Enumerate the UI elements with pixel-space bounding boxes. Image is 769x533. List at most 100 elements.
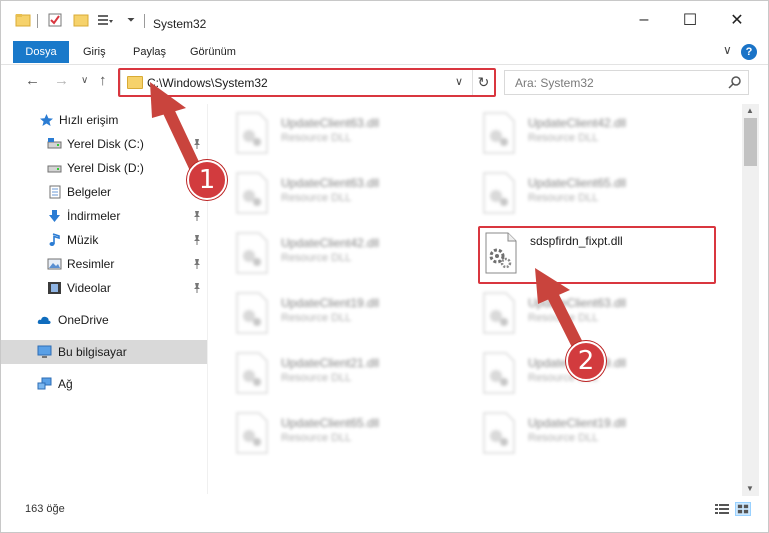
list-item[interactable]: UpdateClient21.dll Resource DLL [235,352,465,402]
title-separator [37,14,38,28]
sidebar-item-label: OneDrive [58,313,109,327]
window-title: System32 [153,17,207,31]
file-name: UpdateClient42.dll [281,236,380,250]
pin-icon [194,211,200,221]
file-type: Resource DLL [528,192,599,204]
navigation-pane: Hızlı erişim Yerel Disk (C:) Yerel Disk … [1,104,207,494]
list-item[interactable]: UpdateClient63.dll Resource DLL [235,172,465,222]
dll-file-icon [483,352,515,394]
drive-icon [47,165,62,173]
sidebar-item-local-disk-d[interactable]: Yerel Disk (D:) [1,156,207,180]
tab-home[interactable]: Giriş [71,41,118,63]
sidebar-item-onedrive[interactable]: OneDrive [1,308,207,332]
properties-icon[interactable] [47,13,63,27]
status-bar: 163 öğe [1,497,768,519]
large-icons-view-icon[interactable] [735,502,751,516]
tab-view[interactable]: Görünüm [178,41,248,63]
music-icon [49,233,60,246]
sidebar-item-label: Resimler [67,257,115,271]
sidebar-item-documents[interactable]: Belgeler [1,180,207,204]
pin-icon [194,139,200,149]
list-item[interactable]: UpdateClient19.dll Resource DLL [235,292,465,342]
documents-icon [49,185,61,199]
file-type: Resource DLL [528,132,599,144]
pin-icon [194,235,200,245]
star-icon [40,114,53,126]
dll-file-icon [483,112,515,154]
minimize-button[interactable]: – [621,1,667,39]
file-name: UpdateClient21.dll [281,356,380,370]
up-button[interactable]: ↑ [99,72,107,89]
list-item[interactable]: UpdateClient63.dll Resource DLL [482,292,712,342]
dll-file-icon [236,172,268,214]
drive-icon [47,138,62,149]
file-name: UpdateClient63.dll [281,116,380,130]
sidebar-item-quick-access[interactable]: Hızlı erişim [1,108,207,132]
search-box[interactable]: Ara: System32 [504,70,749,95]
dll-file-icon [236,232,268,274]
download-icon [49,210,60,222]
sidebar-item-local-disk-c[interactable]: Yerel Disk (C:) [1,132,207,156]
vertical-scrollbar[interactable]: ▲ ▼ [742,104,759,496]
sidebar-item-label: Belgeler [67,185,112,199]
close-button[interactable]: ✕ [714,1,760,39]
folder-icon [15,14,31,27]
list-item[interactable]: UpdateClient63.dll Resource DLL [235,112,465,162]
dll-file-icon [483,172,515,214]
scroll-up-icon[interactable]: ▲ [746,106,754,115]
sidebar-item-pictures[interactable]: Resimler [1,252,207,276]
computer-icon [37,345,52,358]
step-1-badge: 1 [187,160,227,200]
sidebar-item-this-pc[interactable]: Bu bilgisayar [1,340,207,364]
sidebar-item-label: Videolar [67,281,111,295]
file-name: UpdateClient19.dll [281,296,380,310]
quick-access-dropdown-icon[interactable]: ⏷ [127,15,135,26]
forward-button[interactable]: → [54,72,69,89]
file-type: Resource DLL [281,312,352,324]
list-item[interactable]: UpdateClient65.dll Resource DLL [482,172,712,222]
search-icon[interactable] [728,75,742,89]
back-button[interactable]: ← [25,72,40,89]
file-type: Resource DLL [281,132,352,144]
details-view-icon[interactable] [714,502,730,516]
sidebar-item-videos[interactable]: Videolar [1,276,207,300]
sidebar-item-label: Yerel Disk (D:) [67,161,144,175]
scrollbar-thumb[interactable] [744,118,757,166]
maximize-button[interactable]: ☐ [667,1,713,39]
file-type: Resource DLL [528,312,599,324]
list-item[interactable]: UpdateClient42.dll Resource DLL [235,232,465,282]
list-item[interactable]: UpdateClient42.dll Resource DLL [482,112,712,162]
list-item[interactable]: UpdateClient65.dll Resource DLL [235,412,465,462]
search-input[interactable]: Ara: System32 [515,76,594,90]
dll-file-icon [483,292,515,334]
expand-ribbon-icon[interactable]: ∨ [723,43,732,57]
target-file-highlight [478,226,716,284]
item-count: 163 öğe [25,503,65,515]
file-type: Resource DLL [281,432,352,444]
dll-file-icon [236,352,268,394]
sidebar-item-label: Hızlı erişim [59,113,119,127]
help-icon[interactable]: ? [741,44,757,60]
navigation-bar: ← → ∨ ↑ C:\Windows\System32 ∨ ↻ Ara: Sys… [1,66,768,100]
sidebar-item-label: Ağ [58,377,73,391]
scroll-down-icon[interactable]: ▼ [746,484,754,493]
new-folder-icon[interactable] [73,13,89,27]
pin-icon [194,283,200,293]
file-name: UpdateClient65.dll [528,176,627,190]
sidebar-item-label: İndirmeler [67,209,121,223]
list-item[interactable]: UpdateClient19.dll Resource DLL [482,412,712,462]
tab-share[interactable]: Paylaş [121,41,178,63]
address-highlight [118,68,496,97]
sidebar-item-downloads[interactable]: İndirmeler [1,204,207,228]
tab-file[interactable]: Dosya [13,41,69,63]
sidebar-item-network[interactable]: Ağ [1,372,207,396]
customize-toolbar-icon[interactable] [97,13,113,27]
ribbon-tabs: Dosya Giriş Paylaş Görünüm ∨ ? [1,39,768,65]
file-type: Resource DLL [281,372,352,384]
sidebar-item-label: Müzik [67,233,99,247]
recent-locations-button[interactable]: ∨ [81,75,88,86]
sidebar-item-music[interactable]: Müzik [1,228,207,252]
file-name: UpdateClient19.dll [528,416,627,430]
pictures-icon [47,258,62,270]
file-type: Resource DLL [281,192,352,204]
